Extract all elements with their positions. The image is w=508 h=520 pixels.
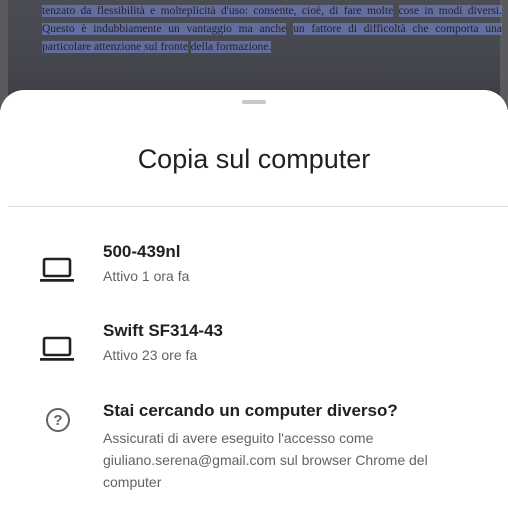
drag-handle[interactable]	[242, 100, 266, 104]
svg-text:?: ?	[53, 412, 62, 429]
help-circle-icon: ?	[46, 408, 70, 432]
highlighted-document-text: tenzato da flessibilità e molteplicità d…	[42, 2, 502, 56]
device-status: Attivo 23 ore fa	[103, 347, 198, 363]
divider	[8, 206, 508, 207]
help-item: ? Stai cercando un computer diverso? Ass…	[0, 401, 508, 501]
laptop-icon	[40, 336, 74, 361]
device-status: Attivo 1 ora fa	[103, 268, 190, 284]
device-name: 500-439nl	[103, 242, 181, 261]
device-item-swift-sf314-43[interactable]: Swift SF314-43 Attivo 23 ore fa	[0, 321, 508, 389]
help-description: Assicurati di avere eseguito l'accesso c…	[103, 430, 428, 490]
bottom-sheet: Copia sul computer 500-439nl Attivo 1 or…	[0, 90, 508, 520]
laptop-icon	[40, 257, 74, 282]
sheet-title: Copia sul computer	[137, 144, 371, 174]
doc-line: tenzato da flessibilità e molteplicità d…	[42, 5, 394, 17]
device-name: Swift SF314-43	[103, 321, 223, 340]
doc-line: della formazione.	[190, 41, 272, 53]
device-item-500-439nl[interactable]: 500-439nl Attivo 1 ora fa	[0, 242, 508, 310]
document-photo: tenzato da flessibilità e molteplicità d…	[8, 0, 502, 100]
help-title: Stai cercando un computer diverso?	[103, 401, 398, 420]
